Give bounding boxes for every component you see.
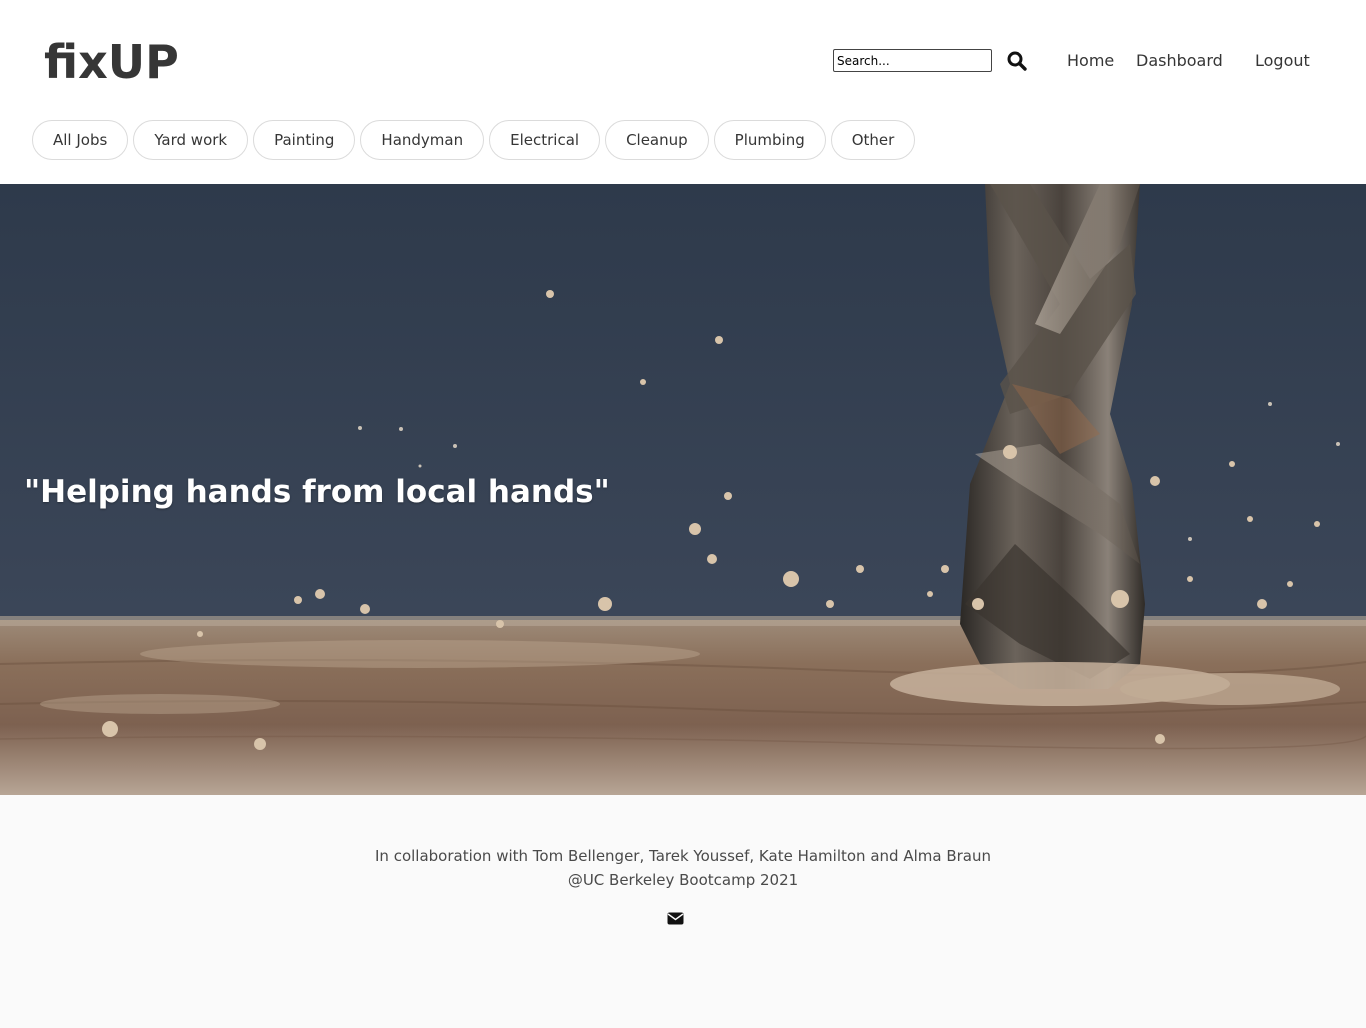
search-icon[interactable] (1006, 50, 1028, 72)
category-plumbing[interactable]: Plumbing (713, 120, 826, 160)
category-painting[interactable]: Painting (253, 120, 356, 160)
nav-dashboard-link[interactable]: Dashboard (1136, 50, 1223, 72)
search-input[interactable] (833, 49, 992, 72)
category-electrical[interactable]: Electrical (489, 120, 601, 160)
envelope-icon[interactable] (667, 911, 685, 925)
hero-banner: "Helping hands from local hands" (0, 184, 1366, 795)
category-other[interactable]: Other (830, 120, 916, 160)
category-cleanup[interactable]: Cleanup (605, 120, 709, 160)
category-yard-work[interactable]: Yard work (133, 120, 249, 160)
site-logo[interactable]: fixUP (44, 32, 179, 92)
hero-tagline: "Helping hands from local hands" (24, 474, 610, 510)
category-handyman[interactable]: Handyman (360, 120, 485, 160)
nav-logout-link[interactable]: Logout (1255, 50, 1310, 72)
footer-bootcamp: @UC Berkeley Bootcamp 2021 (567, 871, 799, 889)
footer: In collaboration with Tom Bellenger, Tar… (0, 795, 1366, 1028)
nav-home-link[interactable]: Home (1067, 50, 1114, 72)
footer-credits: In collaboration with Tom Bellenger, Tar… (375, 847, 991, 865)
category-all-jobs[interactable]: All Jobs (32, 120, 129, 160)
category-filter-bar: All Jobs Yard work Painting Handyman Ele… (32, 120, 916, 160)
